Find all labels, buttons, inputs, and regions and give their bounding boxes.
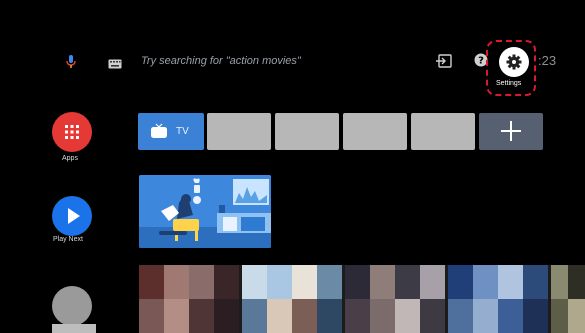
- clock: :23: [538, 53, 557, 68]
- input-icon[interactable]: [436, 54, 452, 68]
- app-tile-placeholder[interactable]: [343, 113, 407, 150]
- svg-text:?: ?: [478, 56, 484, 67]
- profile-icon[interactable]: [52, 286, 92, 326]
- search-hint[interactable]: Try searching for "action movies": [141, 55, 301, 67]
- apps-button[interactable]: [52, 112, 92, 152]
- play-next-button[interactable]: [52, 196, 92, 236]
- profile-label-bar: [52, 324, 96, 333]
- tv-icon: [151, 123, 167, 138]
- apps-grid-icon: [65, 125, 79, 139]
- app-tile-placeholder[interactable]: [207, 113, 271, 150]
- pixelated-thumbnails: [139, 265, 585, 333]
- tv-label: TV: [176, 126, 189, 137]
- app-tile-placeholder[interactable]: [411, 113, 475, 150]
- app-tile-placeholder[interactable]: [275, 113, 339, 150]
- play-next-promo-tile[interactable]: [139, 175, 271, 248]
- keyboard-icon[interactable]: [108, 56, 122, 69]
- play-next-label: Play Next: [53, 236, 83, 243]
- content-thumbnail-row[interactable]: [139, 265, 585, 333]
- living-room-illustration: [139, 175, 271, 248]
- tv-home-screen: Try searching for "action movies" ? Sett…: [0, 0, 585, 333]
- tv-app-tile[interactable]: TV: [138, 113, 204, 150]
- add-app-button[interactable]: [479, 113, 543, 150]
- mic-icon[interactable]: [64, 54, 78, 70]
- settings-highlight-box: [486, 40, 536, 96]
- apps-label: Apps: [62, 155, 78, 162]
- play-icon: [68, 208, 80, 224]
